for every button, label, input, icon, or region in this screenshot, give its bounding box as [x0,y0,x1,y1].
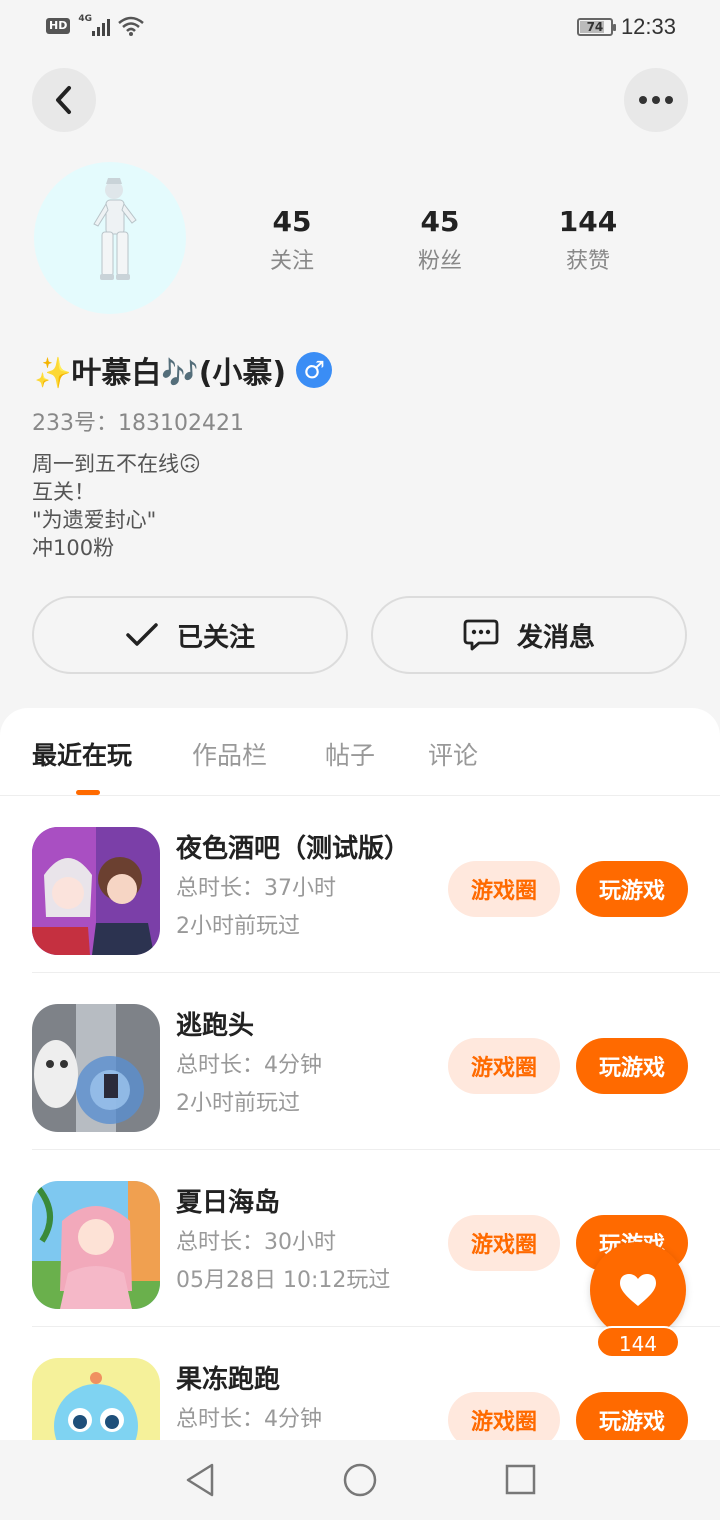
tab-posts[interactable]: 帖子 [325,736,375,772]
user-id: 233号：183102421 [32,411,244,436]
avatar[interactable] [34,162,186,314]
following-label: 已关注 [176,622,255,653]
game-thumbnail [32,827,160,955]
game-last-played: 2小时前玩过 [176,914,300,939]
checkmark-icon [126,623,158,646]
male-gender-icon: ♂ [296,352,333,388]
cellular-signal-icon: 4G [78,14,111,36]
chevron-left-icon [56,86,71,114]
game-duration: 总时长：37小时 [176,876,336,901]
home-circle-icon[interactable] [342,1462,378,1498]
game-thumbnail [32,1181,160,1309]
chat-bubble-icon [463,619,499,651]
heart-icon [620,1274,656,1306]
stat-followers[interactable]: 45 粉丝 [366,205,514,275]
status-bar: HD 4G 74 12:33 [0,0,720,56]
bio-line: 周一到五不在线🙃 [32,452,201,476]
hd-badge: HD [46,18,71,34]
play-game-button[interactable]: 玩游戏 [576,861,688,917]
game-title: 夏日海岛 [176,1188,281,1218]
game-last-played: 2小时前玩过 [176,1091,300,1116]
user-name: ✨叶慕白🎶(小慕) [34,356,287,391]
game-circle-button[interactable]: 游戏圈 [448,861,560,917]
like-button[interactable] [590,1242,686,1338]
content-panel: 最近在玩 作品栏 帖子 评论 夜色酒吧（测试版） 总时长：37小时 2小时前玩过… [0,708,720,1520]
tab-works[interactable]: 作品栏 [192,736,267,772]
game-title: 逃跑头 [176,1011,255,1041]
game-duration: 总时长：4分钟 [176,1407,322,1432]
send-message-button[interactable]: 发消息 [371,596,687,674]
stat-label: 粉丝 [417,249,462,274]
name-row: ✨叶慕白🎶(小慕) ♂ [34,348,333,392]
wifi-icon [118,16,145,36]
bio-line: "为遗爱封心" [32,508,157,532]
more-dots-icon [639,96,673,104]
stat-following[interactable]: 45 关注 [218,205,366,275]
bio-line: 冲100粉 [32,536,115,560]
play-game-button[interactable]: 玩游戏 [576,1038,688,1094]
clock: 12:33 [620,14,676,39]
stat-value: 45 [420,205,460,238]
tab-bar: 最近在玩 作品栏 帖子 评论 [0,708,720,796]
game-title: 夜色酒吧（测试版） [176,834,411,864]
game-title: 果冻跑跑 [176,1365,281,1395]
profile-stats: 45 关注 45 粉丝 144 获赞 [218,205,662,275]
network-type: 4G [78,14,92,24]
battery-icon: 74 [576,18,616,36]
stat-value: 45 [272,205,312,238]
game-duration: 总时长：30小时 [176,1230,336,1255]
user-bio: 周一到五不在线🙃 互关！ "为遗爱封心" 冲100粉 [32,450,201,562]
stat-likes[interactable]: 144 获赞 [514,205,662,275]
stat-value: 144 [558,205,618,238]
back-triangle-icon[interactable] [184,1462,216,1498]
tab-comments[interactable]: 评论 [428,736,478,772]
back-button[interactable] [32,68,96,132]
active-tab-indicator [76,790,100,795]
recent-apps-square-icon[interactable] [504,1462,536,1498]
system-nav-bar [0,1440,720,1520]
send-message-label: 发消息 [516,622,595,653]
battery-level: 74 [586,20,604,34]
more-button[interactable] [624,68,688,132]
avatar-character-image [93,178,137,280]
game-last-played: 05月28日 10:12玩过 [176,1268,391,1293]
following-button[interactable]: 已关注 [32,596,348,674]
game-duration: 总时长：4分钟 [176,1053,322,1078]
game-circle-button[interactable]: 游戏圈 [448,1038,560,1094]
game-list-item[interactable]: 夜色酒吧（测试版） 总时长：37小时 2小时前玩过 游戏圈 玩游戏 [32,796,720,973]
game-thumbnail [32,1004,160,1132]
stat-label: 获赞 [565,249,610,274]
tab-recently-played[interactable]: 最近在玩 [32,736,132,772]
stat-label: 关注 [269,249,314,274]
game-list-item[interactable]: 逃跑头 总时长：4分钟 2小时前玩过 游戏圈 玩游戏 [32,973,720,1150]
game-circle-button[interactable]: 游戏圈 [448,1215,560,1271]
bio-line: 互关！ [32,480,95,504]
like-count: 144 [596,1326,680,1358]
